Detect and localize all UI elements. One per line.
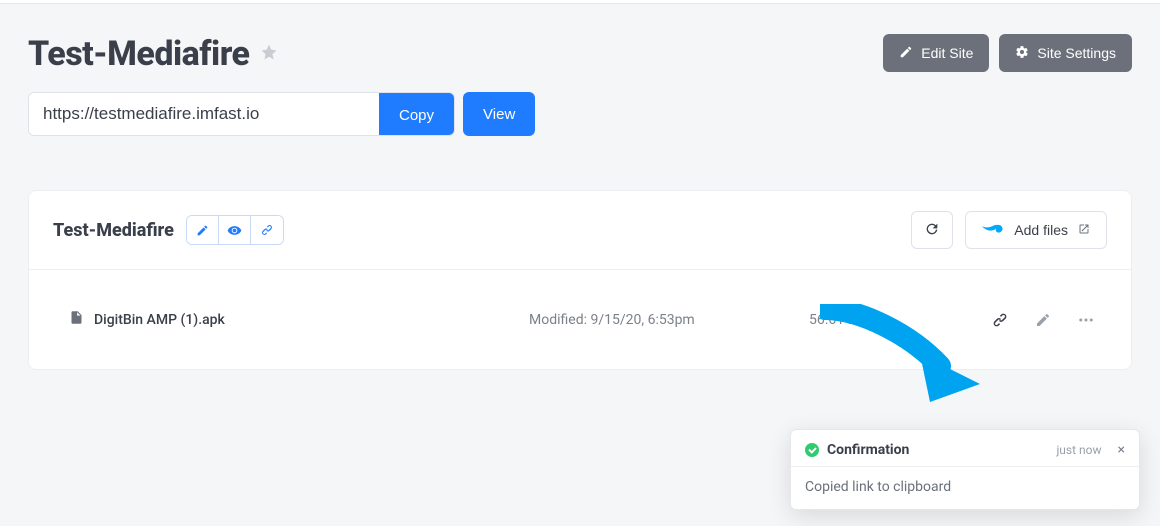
toast-body: Copied link to clipboard xyxy=(791,466,1139,509)
eye-icon[interactable] xyxy=(219,216,251,244)
external-link-icon xyxy=(1078,222,1090,238)
file-link-icon[interactable] xyxy=(991,311,1009,329)
copy-url-button[interactable]: Copy xyxy=(379,93,454,136)
add-files-button[interactable]: Add files xyxy=(965,211,1107,249)
mediafire-icon xyxy=(982,221,1004,240)
add-files-label: Add files xyxy=(1014,222,1068,238)
site-settings-label: Site Settings xyxy=(1037,45,1116,61)
refresh-icon xyxy=(924,221,940,240)
view-site-button[interactable]: View xyxy=(463,92,535,136)
file-row[interactable]: DigitBin AMP (1).apk Modified: 9/15/20, … xyxy=(29,270,1131,369)
file-name: DigitBin AMP (1).apk xyxy=(94,312,225,328)
edit-site-button[interactable]: Edit Site xyxy=(883,34,989,72)
toast-title: Confirmation xyxy=(827,442,1048,458)
pencil-icon xyxy=(899,45,913,62)
star-icon[interactable] xyxy=(260,42,278,66)
file-icon xyxy=(69,310,84,329)
card-title: Test-Mediafire xyxy=(53,220,174,241)
site-settings-button[interactable]: Site Settings xyxy=(999,34,1132,72)
gear-icon xyxy=(1015,45,1029,62)
edit-site-label: Edit Site xyxy=(921,45,973,61)
toast-time: just now xyxy=(1056,443,1101,457)
link-icon[interactable] xyxy=(251,216,283,244)
file-modified: Modified: 9/15/20, 6:53pm xyxy=(529,312,809,328)
more-icon[interactable] xyxy=(1077,311,1095,329)
page-title: Test-Mediafire xyxy=(28,34,250,74)
edit-icon[interactable] xyxy=(187,216,219,244)
confirmation-toast: Confirmation just now × Copied link to c… xyxy=(790,429,1140,510)
close-icon[interactable]: × xyxy=(1118,443,1125,457)
refresh-button[interactable] xyxy=(911,211,953,249)
site-url-input[interactable] xyxy=(29,93,379,135)
check-icon xyxy=(805,443,819,457)
file-edit-icon[interactable] xyxy=(1035,312,1051,328)
file-size: 56.61 KB xyxy=(809,312,989,328)
